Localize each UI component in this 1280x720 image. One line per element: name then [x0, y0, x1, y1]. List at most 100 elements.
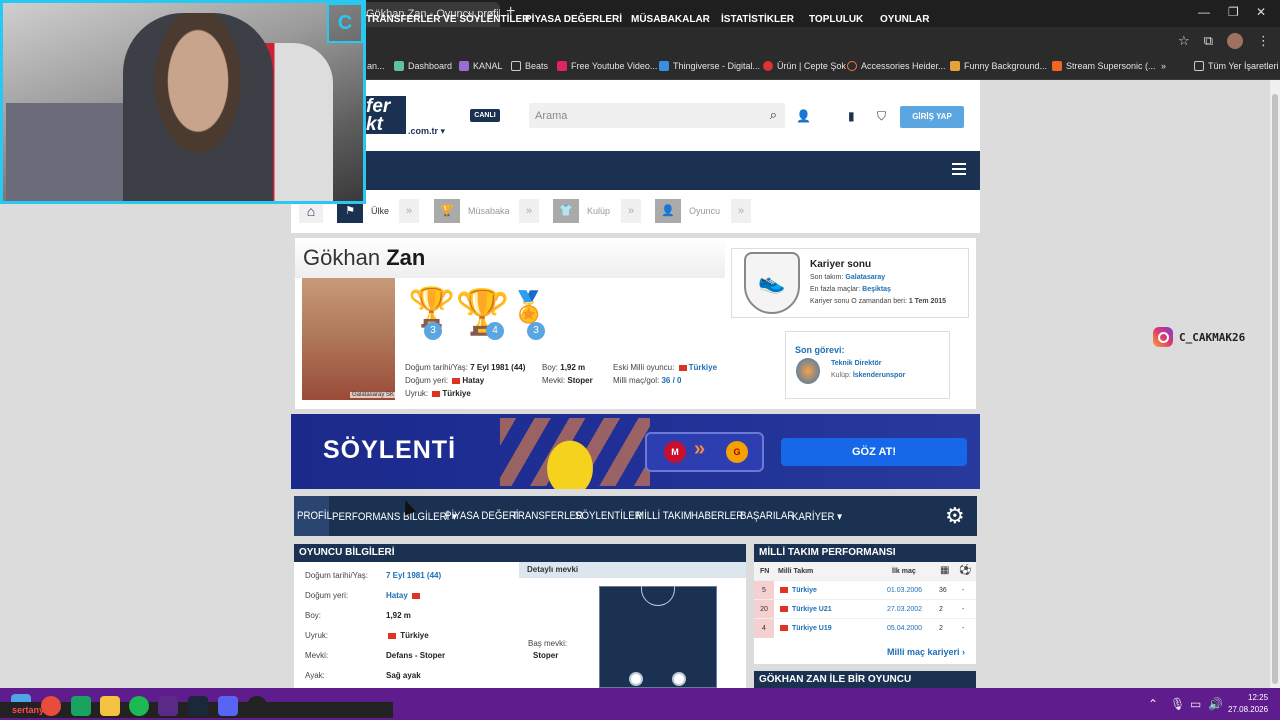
app-icon[interactable]: [71, 696, 91, 716]
close-window-icon[interactable]: ✕: [1256, 5, 1266, 19]
bookmark-item[interactable]: Thingiverse - Digital...: [659, 61, 760, 71]
app-icon[interactable]: [247, 696, 267, 716]
tab-achievements[interactable]: BAŞARILAR: [740, 510, 794, 522]
tab-profile[interactable]: PROFİL: [297, 510, 332, 522]
bookmark-item[interactable]: Stream Supersonic (...: [1052, 61, 1156, 71]
player-photo[interactable]: [302, 278, 395, 400]
login-button[interactable]: GİRİŞ YAP: [900, 106, 964, 128]
spotify-icon[interactable]: [129, 696, 149, 716]
logo-text: fer kt: [366, 96, 391, 135]
webcam-background: [6, 103, 126, 201]
instagram-icon: [1153, 327, 1173, 347]
mic-icon[interactable]: 🎙: [1170, 697, 1185, 711]
menu-icon[interactable]: ⋮: [1257, 33, 1270, 49]
profile-avatar[interactable]: [1227, 33, 1243, 49]
channel-logo: C: [327, 3, 363, 43]
system-clock[interactable]: 12:25 27.08.2026: [1228, 692, 1268, 716]
turkey-flag-icon: [388, 632, 396, 639]
more-bookmarks-button[interactable]: »: [1161, 61, 1166, 71]
info-citizenship: Uyruk: Türkiye: [405, 389, 471, 398]
goz-at-button[interactable]: GÖZ AT!: [781, 438, 967, 466]
steam-icon[interactable]: [188, 696, 208, 716]
nav-community[interactable]: TOPLULUK: [809, 14, 863, 25]
tab-rumors[interactable]: SÖYLENTİLER: [575, 510, 642, 522]
national-career-link[interactable]: Milli maç kariyeri ›: [887, 647, 965, 657]
chevron-up-icon[interactable]: ⌃: [1148, 697, 1158, 711]
info-position: Mevki: Stoper: [542, 376, 593, 385]
nav-market-values[interactable]: PİYASA DEĞERLERİ: [525, 14, 622, 25]
bookmark-star-icon[interactable]: ☆: [1178, 33, 1190, 49]
nav-statistics[interactable]: İSTATİSTİKLER: [721, 14, 794, 25]
turkey-flag-icon: [452, 377, 461, 384]
domain-selector[interactable]: .com.tr ▾: [408, 126, 445, 137]
person-icon[interactable]: 👤: [655, 199, 681, 223]
tab-transfers[interactable]: TRANSFERLER: [512, 510, 583, 522]
table-row[interactable]: 4 Türkiye U19 05.04.2000 2 -: [754, 618, 976, 638]
galatasaray-badge-icon: G: [726, 441, 748, 463]
milan-badge-icon: M: [664, 441, 686, 463]
banner-arrows: »: [694, 438, 706, 460]
discord-icon[interactable]: [218, 696, 238, 716]
filter-competition[interactable]: Müsabaka: [468, 206, 510, 216]
col-fn: FN: [760, 568, 770, 575]
goz-at-label: GÖZ AT!: [852, 446, 896, 458]
site-logo[interactable]: fer kt: [362, 96, 406, 134]
table-row[interactable]: 5 Türkiye 01.03.2006 36 -: [754, 580, 976, 600]
award-icon[interactable]: 🏅: [510, 290, 547, 325]
row-value[interactable]: 7 Eyl 1981 (44): [386, 571, 441, 580]
folder-icon[interactable]: [100, 696, 120, 716]
nav-transfers[interactable]: TRANSFERLER VE SÖYLENTİLER: [366, 14, 529, 25]
chrome-icon[interactable]: [41, 696, 61, 716]
extensions-icon[interactable]: ⧉: [1204, 33, 1213, 49]
row-value: 1,92 m: [386, 611, 411, 620]
tab-performance[interactable]: PERFORMANS BİLGİLERİ ▾: [332, 510, 457, 523]
career-title: Kariyer sonu: [810, 259, 872, 270]
bookmark-item[interactable]: Beats: [511, 61, 548, 71]
filter-country[interactable]: Ülke: [371, 206, 389, 216]
position-marker: [629, 672, 643, 686]
club-logo[interactable]: [796, 358, 820, 384]
main-position-label: Baş mevki:: [528, 639, 568, 648]
minimize-icon[interactable]: —: [1198, 5, 1210, 19]
bookmark-item[interactable]: Ürün | Cepte Şok: [763, 61, 846, 71]
tab-national-team[interactable]: MİLLİ TAKIM: [636, 510, 692, 522]
bookmark-item[interactable]: Free Youtube Video...: [557, 61, 657, 71]
position-marker: [672, 672, 686, 686]
tab-news[interactable]: HABERLER: [691, 510, 743, 522]
bookmark-icon[interactable]: ▮: [848, 109, 855, 123]
bookmark-item[interactable]: Accessories Heider...: [847, 61, 946, 71]
bookmark-item[interactable]: an...: [367, 61, 385, 71]
obs-icon[interactable]: [158, 696, 178, 716]
search-icon[interactable]: ⌕: [770, 107, 777, 123]
row-label: Mevki:: [305, 651, 329, 660]
all-bookmarks-folder[interactable]: Tüm Yer İşaretleri: [1194, 61, 1279, 71]
live-badge[interactable]: CANLI: [470, 109, 500, 122]
tab-market-value[interactable]: PİYASA DEĞERİ: [445, 510, 519, 522]
filter-club[interactable]: Kulüp: [587, 206, 610, 216]
shield-icon[interactable]: ⛉: [877, 109, 886, 124]
bookmark-item[interactable]: KANAL: [459, 61, 503, 71]
scrollbar-thumb[interactable]: [1272, 94, 1278, 684]
nav-competitions[interactable]: MÜSABAKALAR: [631, 14, 710, 25]
filter-player[interactable]: Oyuncu: [689, 206, 720, 216]
row-label: Doğum tarihi/Yaş:: [305, 571, 368, 580]
shirt-icon: ▦: [940, 565, 950, 576]
row-value[interactable]: Hatay: [386, 591, 422, 600]
search-input[interactable]: [529, 103, 749, 128]
gear-icon[interactable]: ⚙: [945, 503, 965, 529]
tab-career[interactable]: KARİYER ▾: [792, 510, 842, 523]
bookmark-item[interactable]: Dashboard: [394, 61, 452, 71]
trophy-icon[interactable]: 🏆: [434, 199, 460, 223]
info-former-intl: Eski Milli oyuncu: Türkiye: [613, 363, 718, 372]
banner-player-image: [530, 420, 610, 489]
bookmark-item[interactable]: Funny Background...: [950, 61, 1047, 71]
maximize-icon[interactable]: ❐: [1228, 5, 1239, 19]
shirt-icon[interactable]: 👕: [553, 199, 579, 223]
nav-games[interactable]: OYUNLAR: [880, 14, 929, 25]
table-row[interactable]: 20 Türkiye U21 27.03.2002 2 -: [754, 599, 976, 619]
hamburger-menu-icon[interactable]: [952, 163, 966, 175]
user-search-icon[interactable]: 👤: [796, 109, 811, 123]
turkey-flag-icon: [780, 625, 788, 632]
volume-icon[interactable]: 🔊: [1208, 697, 1223, 711]
network-icon[interactable]: ▭: [1190, 697, 1201, 711]
